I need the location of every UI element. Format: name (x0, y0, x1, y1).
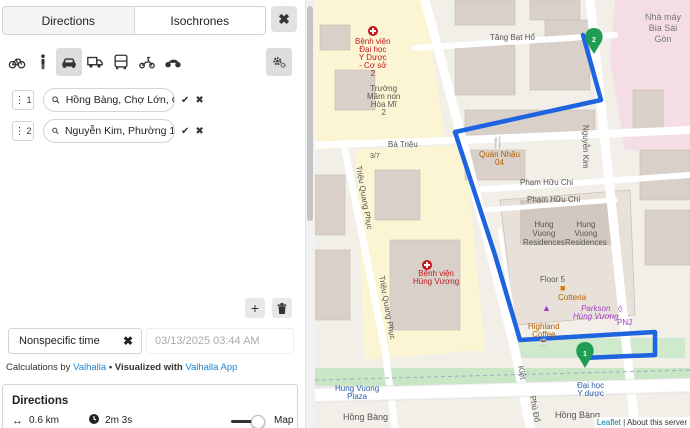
map-label-nguyen-kim: Nguyễn Kim (581, 125, 590, 169)
time-select[interactable]: Nonspecific time ✖ (8, 328, 142, 354)
map-toggle-label: Map (274, 415, 294, 426)
hospital-icon (368, 26, 378, 36)
time-select-value: Nonspecific time (19, 335, 100, 347)
map-toggle[interactable] (231, 415, 265, 428)
map-label-quan-nhau: Quán Nhậu 04 (479, 150, 520, 167)
search-icon (52, 96, 60, 104)
check-icon[interactable]: ✔ (181, 126, 189, 137)
map-label-tang-bat-ho: Tăng Bạt Hổ (490, 33, 535, 42)
trash-icon (277, 302, 287, 314)
close-button[interactable]: ✖ (271, 6, 297, 32)
map-label-pham-huu-chi-1: Phạm Hữu Chí (520, 178, 574, 187)
panel-scrollbar-thumb[interactable] (307, 6, 313, 221)
waypoint-row-2: ⋮2 Nguyễn Kim, Phường 12, Quận 5 ✔ ✖ (12, 119, 204, 143)
drag-handle-icon[interactable]: ⋮ 1 (12, 90, 34, 110)
map-label-3-7: 3/7 (370, 153, 380, 160)
map-label-hung-vuong-res-2: Hung Vuong Residences (565, 220, 607, 247)
bar-icon: 🍴 (491, 136, 505, 149)
truck-icon[interactable] (82, 48, 108, 76)
datetime-input[interactable]: 03/13/2025 03:44 AM (146, 328, 294, 354)
motor-scooter-icon[interactable] (134, 48, 160, 76)
map-label-hong-bang-1: Hồng Bàng (343, 412, 389, 422)
leaflet-link[interactable]: Leaflet (597, 418, 621, 427)
waypoint-input-1[interactable]: Hồng Bàng, Chợ Lớn, Quận 5 (43, 88, 175, 112)
route-distance: 0.6 km (29, 415, 60, 426)
route-duration: 2m 3s (105, 415, 133, 426)
tab-directions[interactable]: Directions (3, 7, 135, 34)
map-label-cotteria: Cotteria (558, 293, 587, 302)
delete-waypoints-button[interactable] (272, 298, 292, 318)
clear-time-icon[interactable]: ✖ (123, 334, 133, 348)
distance-icon: ↔ (12, 414, 23, 427)
route-summary: ↔ 0.6 km 2m 3s (12, 414, 132, 427)
svg-text:2: 2 (592, 37, 596, 44)
valhalla-app-link[interactable]: Valhalla App (185, 362, 237, 373)
check-icon[interactable]: ✔ (181, 95, 189, 106)
map-label-school: Trường Mầm non Hòa Mĩ 2 (367, 84, 401, 117)
travel-mode-bar (4, 48, 186, 76)
directions-summary-card: Directions ↔ 0.6 km 2m 3s Map (2, 384, 298, 428)
shop-icon: ■ (560, 283, 565, 293)
map-label-pnj: PNJ (617, 318, 633, 327)
credits: Calculations by Valhalla • Visualized wi… (6, 362, 238, 373)
remove-waypoint-icon[interactable]: ✖ (195, 126, 203, 137)
map-label-dai-hoc: Đại học Y dược (577, 381, 605, 398)
waypoint-value-1: Hồng Bàng, Chợ Lớn, Quận 5 (65, 94, 174, 106)
map-label-parkson: Parkson Hùng Vương (573, 304, 619, 321)
tab-bar: Directions Isochrones (2, 6, 266, 35)
map-label-hospital-1: Bệnh viện Đại học Y Dược - Cơ sở 2 (355, 37, 391, 78)
map-attribution: Leaflet | About this server (593, 417, 690, 428)
search-icon (52, 127, 59, 135)
bicycle-icon[interactable] (4, 48, 30, 76)
pedestrian-icon[interactable] (30, 48, 56, 76)
directions-title: Directions (12, 395, 69, 407)
remove-waypoint-icon[interactable]: ✖ (195, 95, 203, 106)
waypoint-input-2[interactable]: Nguyễn Kim, Phường 12, Quận 5 (43, 119, 175, 143)
map[interactable]: 🍴 ■ ▲ ☕ ◊ 1 2 Bệnh viện Đại học Y Dược - Cơ… (315, 0, 690, 428)
control-panel: Directions Isochrones ✖ ⋮ 1 Hồng Bàng, C… (0, 0, 300, 428)
map-label-floor5: Floor 5 (540, 275, 565, 284)
valhalla-link[interactable]: Valhalla (73, 362, 106, 373)
svg-text:1: 1 (583, 351, 587, 358)
waypoint-value-2: Nguyễn Kim, Phường 12, Quận 5 (64, 125, 174, 137)
add-waypoint-button[interactable]: + (245, 298, 265, 318)
map-label-pham-huu-chi-2: Phạm Hữu Chí (527, 195, 581, 204)
car-icon[interactable] (56, 48, 82, 76)
map-label-ba-trieu: Bà Triệu (388, 140, 418, 149)
map-label-hung-vuong-res-1: Hung Vuong Residences (523, 220, 565, 247)
tab-isochrones[interactable]: Isochrones (135, 7, 266, 34)
motorcycle-icon[interactable] (160, 48, 186, 76)
bus-icon[interactable] (108, 48, 134, 76)
map-label-hospital-2: Bệnh viện Hùng Vương (413, 269, 460, 286)
map-label-highland: Highland Coffee (528, 322, 560, 339)
clock-icon (89, 414, 100, 427)
clothes-icon: ▲ (542, 303, 551, 313)
waypoint-row-1: ⋮1 Hồng Bàng, Chợ Lớn, Quận 5 ✔ ✖ (12, 88, 204, 112)
map-label-hung-vuong-plaza: Hung Vuong Plaza (335, 384, 380, 401)
map-label-nha-may: Nhà máy Bia Sài Gòn (645, 12, 682, 44)
settings-gear-icon[interactable] (266, 48, 292, 76)
drag-handle-icon[interactable]: ⋮ 2 (12, 121, 34, 141)
